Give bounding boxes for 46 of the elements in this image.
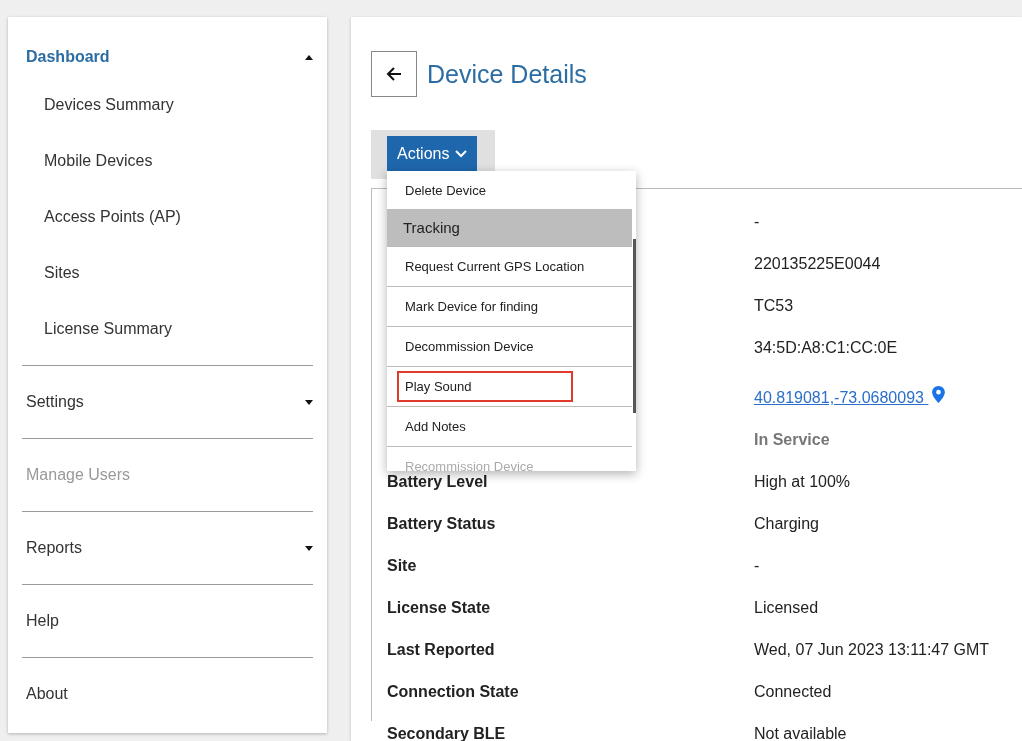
sidebar-subitem[interactable]: License Summary <box>44 301 313 357</box>
page-title: Device Details <box>427 59 587 89</box>
menu-item[interactable]: Add Notes <box>397 411 573 442</box>
sidebar-item[interactable]: Reports <box>26 539 83 557</box>
back-arrow-icon <box>386 66 402 82</box>
field-label: Battery Level <box>387 473 489 491</box>
field-value: - <box>754 557 760 575</box>
field-value: - <box>754 213 760 231</box>
sidebar-subitem[interactable]: Sites <box>44 245 313 301</box>
scrollbar[interactable] <box>633 239 636 413</box>
field-value: Connected <box>754 683 832 701</box>
sidebar-item[interactable]: Help <box>26 612 59 630</box>
caret-icon[interactable] <box>305 54 313 60</box>
menu-item[interactable]: Request Current GPS Location <box>397 251 593 282</box>
field-label: Connection State <box>387 683 520 701</box>
field-label: License State <box>387 599 492 617</box>
field-label: Last Reported <box>387 641 496 659</box>
field-value: 34:5D:A8:C1:CC:0E <box>754 339 898 357</box>
actions-button[interactable]: Actions <box>387 136 478 171</box>
sidebar-subitem[interactable]: Access Points (AP) <box>44 189 313 245</box>
field-value: 220135225E0044 <box>754 255 881 273</box>
menu-item[interactable]: Mark Device for finding <box>397 291 573 322</box>
field-label: Battery Status <box>387 515 497 533</box>
menu-item[interactable]: Play Sound <box>397 371 573 402</box>
field-value: In Service <box>754 431 830 449</box>
field-value: Wed, 07 Jun 2023 13:11:47 GMT <box>754 641 990 659</box>
sidebar-item[interactable]: Settings <box>26 393 84 411</box>
field-value: TC53 <box>754 297 794 315</box>
menu-item[interactable]: Delete Device <box>397 174 573 206</box>
field-label: Site <box>387 557 418 575</box>
caret-icon[interactable] <box>305 399 313 405</box>
sidebar-subitem[interactable]: Mobile Devices <box>44 133 313 189</box>
field-value: High at 100% <box>754 473 851 491</box>
chevron-icon <box>455 149 468 158</box>
location-link[interactable]: 40.819081,-73.0680093 <box>754 389 929 407</box>
back-button[interactable] <box>371 51 417 97</box>
menu-group-header: Tracking <box>387 209 632 246</box>
sidebar-item[interactable]: About <box>26 685 68 703</box>
field-value: Licensed <box>754 599 819 617</box>
caret-icon[interactable] <box>305 545 313 551</box>
map-pin-icon <box>932 385 946 403</box>
field-value: Not available <box>754 725 847 741</box>
menu-item[interactable]: Decommission Device <box>397 331 573 362</box>
field-value: Charging <box>754 515 819 533</box>
sidebar-subitem[interactable]: Devices Summary <box>44 77 313 133</box>
sidebar-item[interactable]: Dashboard <box>26 48 110 66</box>
